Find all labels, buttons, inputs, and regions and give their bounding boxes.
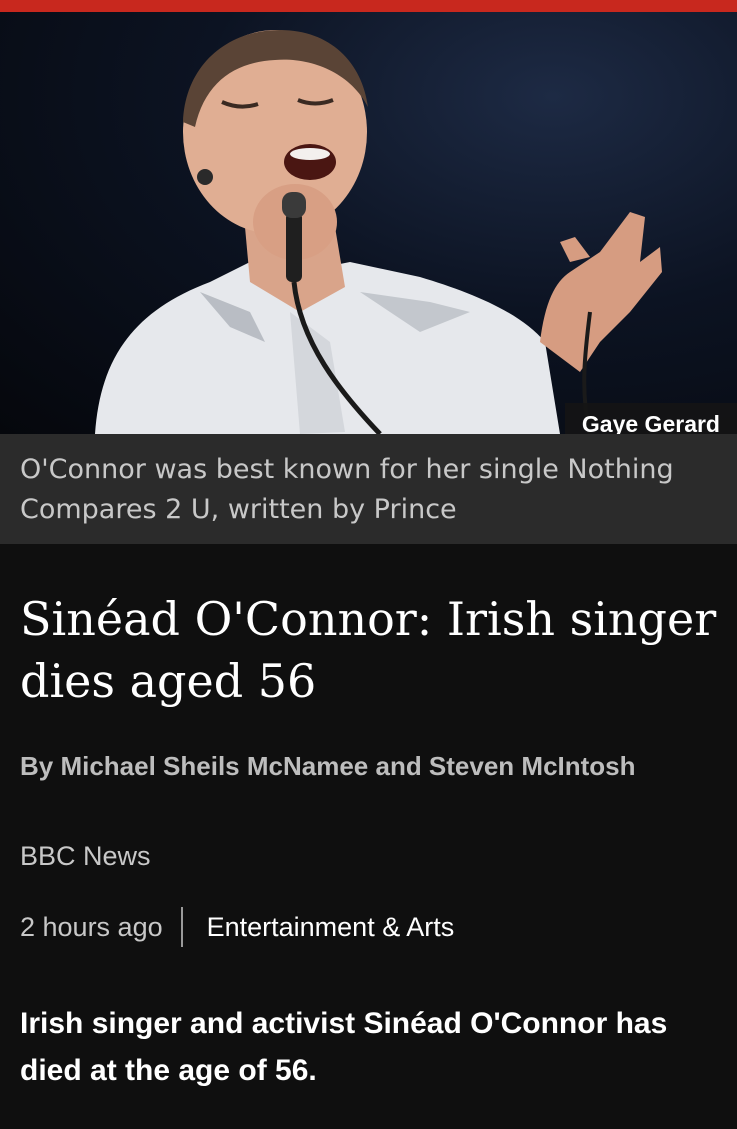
article-lead-paragraph: Irish singer and activist Sinéad O'Conno…	[20, 1007, 668, 1087]
brand-accent-bar	[0, 0, 737, 12]
singer-photo-illustration	[95, 30, 662, 434]
photo-credit: Gaye Gerard	[564, 403, 737, 434]
article-photo[interactable]: Gaye Gerard	[0, 12, 737, 434]
article-headline: Sinéad O'Connor: Irish singer dies aged …	[20, 592, 717, 708]
article-byline: By Michael Sheils McNamee and Steven McI…	[20, 751, 636, 781]
meta-divider	[180, 907, 183, 947]
article-meta: 2 hours ago Entertainment & Arts	[20, 905, 454, 949]
article-source: BBC News	[20, 841, 151, 871]
photo-caption-box: O'Connor was best known for her single N…	[0, 434, 737, 544]
topic-link[interactable]: Entertainment & Arts	[207, 912, 455, 943]
published-time: 2 hours ago	[20, 911, 163, 942]
photo-caption: O'Connor was best known for her single N…	[20, 454, 674, 525]
